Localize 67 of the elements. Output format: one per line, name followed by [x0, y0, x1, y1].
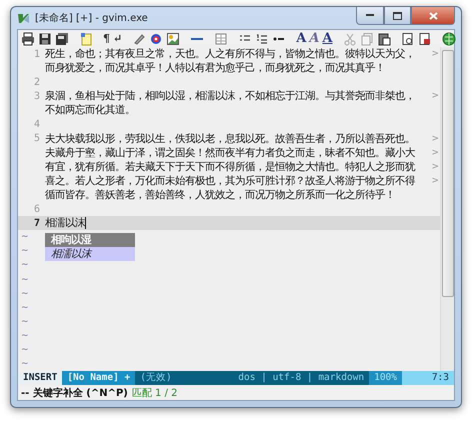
empty-line-marker: ~: [20, 274, 30, 285]
scrollbar-thumb[interactable]: [442, 50, 454, 297]
line-number: 6: [32, 204, 41, 215]
wrap-marker: >: [431, 49, 440, 60]
empty-line-marker: ~: [20, 330, 30, 341]
minimize-button[interactable]: [356, 7, 384, 25]
line-number: 4: [32, 119, 41, 130]
completion-item[interactable]: 相濡以沫: [45, 246, 135, 261]
color-circle-icon[interactable]: [149, 32, 164, 46]
table-icon[interactable]: [214, 32, 228, 46]
empty-line-marker: ~: [20, 316, 30, 327]
document-search-icon[interactable]: [418, 32, 432, 46]
line-number: 7: [32, 218, 41, 229]
cursor-position: 7:3: [402, 371, 454, 385]
document-icon[interactable]: [79, 32, 93, 46]
save-icon[interactable]: [38, 32, 52, 46]
preview-icon[interactable]: [400, 32, 414, 46]
line-number: 2: [32, 76, 41, 88]
pencil-icon[interactable]: [132, 32, 146, 46]
mode-indicator: INSERT: [18, 371, 62, 385]
globe-icon[interactable]: [442, 32, 456, 46]
empty-line-marker: ~: [20, 345, 30, 356]
empty-line-marker: ~: [20, 260, 30, 270]
line-number: 5: [32, 133, 41, 144]
line-text: 夫大块载我以形，劳我以生，佚我以老，息我以死。故善吾生者，乃所以善吾死也。: [45, 132, 415, 146]
wrap-marker: >: [431, 148, 440, 158]
window-title: [未命名] [+] - gvim.exe: [35, 12, 149, 25]
filetype-info: (无效): [135, 371, 177, 385]
empty-line-marker: ~: [20, 232, 30, 242]
save-all-icon[interactable]: [55, 32, 69, 46]
maximize-icon: [393, 12, 402, 20]
image-icon[interactable]: [166, 32, 180, 46]
paste-icon[interactable]: [376, 32, 390, 46]
maximize-button[interactable]: [384, 7, 411, 25]
line-text: 循而皆存。善妖善老，善始善终，人犹效之，而况万物之所系而一化之所待乎！: [45, 188, 395, 202]
close-button[interactable]: [411, 7, 455, 25]
empty-line-marker: ~: [20, 288, 30, 299]
wrap-marker: >: [431, 91, 440, 102]
text-cursor: [85, 217, 86, 230]
line-text: 而身犹爱之，而况其卓乎！人特以有君为愈乎己，而身犹死之，而况其真乎！: [45, 61, 385, 76]
file-name: [No Name] +: [62, 371, 136, 385]
wrap-marker: >: [431, 134, 440, 144]
line-text: 不如两忘而化其道。: [45, 103, 135, 118]
print-icon[interactable]: [21, 32, 35, 46]
line-text: 泉涸，鱼相与处于陆，相呴以湿，相濡以沫，不如相忘于江湖。与其誉尧而非桀也，: [45, 89, 415, 104]
minimize-icon: [366, 14, 374, 17]
line-text: 夫藏舟于壑，藏山于泽，谓之固矣！然而夜半有力者负之而走，昧者不知也。藏小大: [45, 146, 415, 160]
completion-item[interactable]: 相呴以湿: [45, 232, 135, 247]
line-text: 死生，命也；其有夜旦之常，天也。人之有所不得与，皆物之情也。彼特以天为父，: [45, 47, 415, 62]
line-number: 1: [32, 48, 41, 60]
empty-line-marker: ~: [20, 246, 30, 256]
scrollbar[interactable]: [440, 47, 454, 371]
completion-message: -- 关键字补全 (^N^P): [21, 386, 128, 400]
close-icon: [428, 12, 438, 20]
empty-line-marker: ~: [20, 302, 30, 313]
numbered-list-icon[interactable]: [255, 32, 270, 46]
line-text: 喜之。若人之形者，万化而未始有极也，其为乐可胜计邪？故圣人将游于物之所不得: [45, 174, 415, 188]
wrap-marker: >: [431, 176, 440, 186]
file-format: dos | utf-8 | markdown: [176, 371, 370, 385]
scroll-percent: 100%: [369, 371, 402, 385]
wrap-marker: >: [431, 162, 440, 172]
empty-line-marker: ~: [20, 359, 30, 370]
app-icon: [17, 12, 30, 24]
line-text: 相濡以沫: [45, 216, 85, 230]
line-number: 3: [32, 90, 41, 102]
line-text: 有宜，犹有所循。若夫藏天下于天下而不得所循，是恒物之大情也。特犯人之形而犹: [45, 160, 415, 174]
match-count: 匹配 1 / 2: [132, 386, 178, 400]
